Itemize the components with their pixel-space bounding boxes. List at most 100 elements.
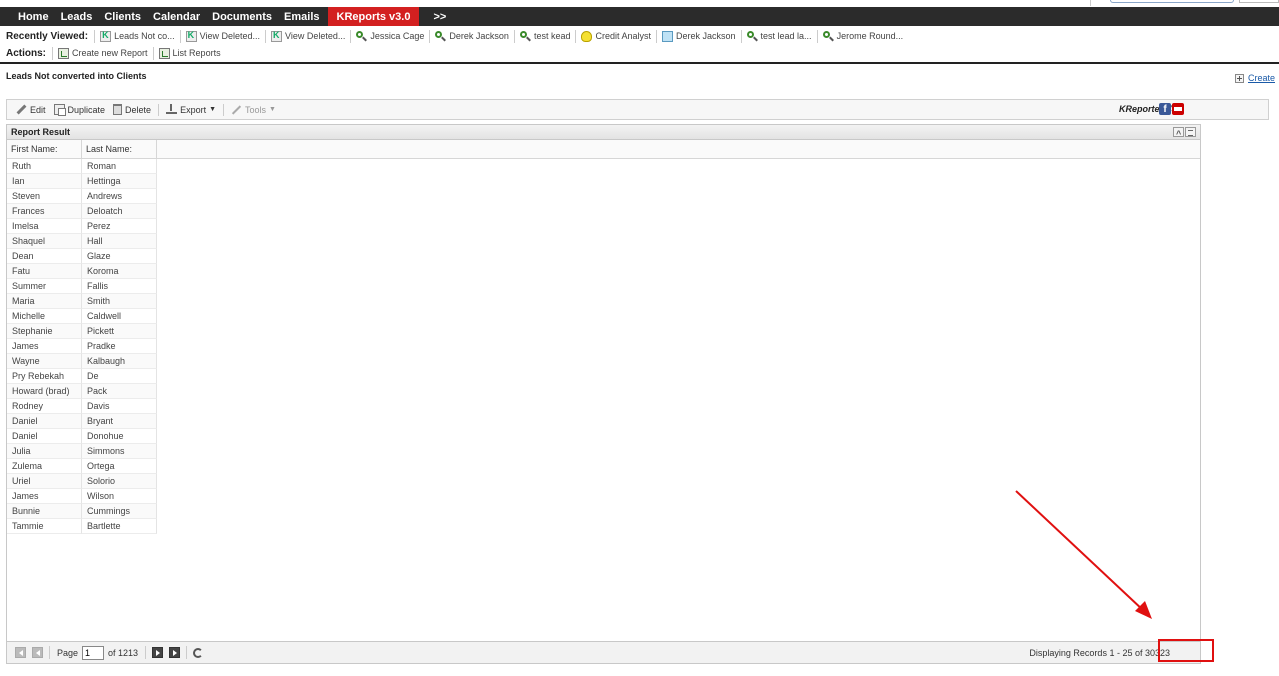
delete-button[interactable]: Delete: [109, 104, 155, 115]
create-new-report-link[interactable]: Create new Report: [52, 46, 153, 60]
lead-icon: [746, 30, 758, 42]
last-name-cell: Solorio: [82, 474, 157, 489]
last-name-cell: Bartlette: [82, 519, 157, 534]
annotation-highlight-box: [1158, 639, 1214, 662]
table-row[interactable]: Rodney Davis: [7, 399, 1200, 414]
table-row[interactable]: Pry Rebekah De: [7, 369, 1200, 384]
lead-icon: [519, 30, 531, 42]
table-row[interactable]: Maria Smith: [7, 294, 1200, 309]
collapse-icon[interactable]: [1173, 127, 1184, 142]
first-name-cell: Zulema (DeLeon): [7, 459, 82, 486]
first-name-cell: Julia: [7, 444, 82, 459]
table-row[interactable]: Summer Fallis: [7, 279, 1200, 294]
table-row[interactable]: Bunnie Cummings: [7, 504, 1200, 519]
table-row[interactable]: Daniel Donohue: [7, 429, 1200, 444]
first-name-cell: Stephanie: [7, 324, 82, 339]
table-row[interactable]: Uriel Solorio: [7, 474, 1200, 489]
recent-item[interactable]: View Deleted...: [179, 29, 265, 43]
export-button[interactable]: Export ▼: [162, 104, 220, 115]
last-name-cell: Bryant: [82, 414, 157, 429]
nav-more[interactable]: >>: [427, 7, 452, 26]
report-result-panel: Report Result First Name: Last Name: Rut…: [6, 124, 1201, 664]
report-add-icon: [58, 47, 69, 59]
last-name-cell: Simmons: [82, 444, 157, 459]
first-name-cell: Shaquel: [7, 234, 82, 249]
recent-item[interactable]: Credit Analyst: [575, 29, 656, 43]
refresh-icon[interactable]: [193, 647, 204, 658]
recent-item[interactable]: View Deleted...: [265, 29, 350, 43]
actions-label: Actions:: [6, 47, 46, 59]
nav-emails[interactable]: Emails: [278, 7, 325, 26]
last-page-button[interactable]: [169, 647, 181, 658]
last-name-cell: Ortega: [82, 459, 157, 474]
list-reports-link[interactable]: List Reports: [152, 46, 226, 60]
next-page-button[interactable]: [152, 647, 164, 658]
column-header-last-name[interactable]: Last Name:: [82, 140, 157, 158]
first-name-cell: Ian: [7, 174, 82, 189]
page-number-input[interactable]: [82, 645, 105, 660]
recent-item[interactable]: Derek Jackson: [656, 29, 741, 43]
nav-documents[interactable]: Documents: [206, 7, 278, 26]
search-button-edge[interactable]: [1239, 0, 1279, 3]
first-name-cell: Maria: [7, 294, 82, 309]
nav-leads[interactable]: Leads: [55, 7, 99, 26]
prev-page-button[interactable]: [32, 647, 43, 658]
first-name-cell: Howard (brad): [7, 384, 82, 399]
table-row[interactable]: Steven Andrews: [7, 189, 1200, 204]
recent-item[interactable]: Jerome Round...: [816, 29, 909, 43]
last-name-cell: Andrews: [82, 189, 157, 204]
nav-home[interactable]: Home: [12, 7, 55, 26]
table-row[interactable]: Michelle Caldwell: [7, 309, 1200, 324]
table-row[interactable]: Imelsa Perez: [7, 219, 1200, 234]
table-row[interactable]: Wayne Kalbaugh: [7, 354, 1200, 369]
table-row[interactable]: Howard (brad) Pack: [7, 384, 1200, 399]
duplicate-button[interactable]: Duplicate: [50, 104, 110, 116]
last-name-cell: Hall: [82, 234, 157, 249]
lead-icon: [822, 30, 834, 42]
first-name-cell: Rodney: [7, 399, 82, 414]
recent-item[interactable]: Derek Jackson: [429, 29, 514, 43]
document-icon: [662, 30, 673, 42]
edit-button[interactable]: Edit: [12, 104, 50, 115]
records-display: Displaying Records 1 - 25 of 30323: [1029, 648, 1170, 658]
search-input-edge[interactable]: [1110, 0, 1234, 3]
table-row[interactable]: Frances Deloatch: [7, 204, 1200, 219]
table-row[interactable]: Stephanie Pickett: [7, 324, 1200, 339]
report-list-icon: [158, 47, 170, 59]
tools-button[interactable]: Tools ▼: [227, 104, 280, 115]
pager-separator: [49, 646, 50, 659]
recent-item[interactable]: test kead: [513, 29, 576, 43]
panel-menu-icon[interactable]: [1185, 127, 1196, 137]
chevron-down-icon: ▼: [209, 106, 217, 113]
first-page-button[interactable]: [15, 647, 26, 658]
first-name-cell: James: [7, 339, 82, 354]
table-row[interactable]: Shaquel Hall: [7, 234, 1200, 249]
nav-clients[interactable]: Clients: [98, 7, 147, 26]
table-row[interactable]: Dean Glaze: [7, 249, 1200, 264]
create-link[interactable]: Create: [1234, 73, 1275, 83]
facebook-icon[interactable]: f: [1159, 103, 1171, 115]
table-row[interactable]: Ian Hettinga: [7, 174, 1200, 189]
recent-item[interactable]: Leads Not co...: [94, 29, 180, 43]
table-row[interactable]: Daniel Bryant: [7, 414, 1200, 429]
nav-kreports[interactable]: KReports v3.0: [327, 7, 420, 26]
table-row[interactable]: Julia Simmons: [7, 444, 1200, 459]
table-row[interactable]: Fatu Koroma: [7, 264, 1200, 279]
last-name-cell: Perez: [82, 219, 157, 234]
table-row[interactable]: James Pradke: [7, 339, 1200, 354]
table-row[interactable]: Zulema (DeLeon)Ortega: [7, 459, 1200, 486]
recent-item[interactable]: test lead la...: [740, 29, 817, 43]
recent-item[interactable]: Jessica Cage: [350, 29, 429, 43]
last-name-cell: Caldwell: [82, 309, 157, 324]
column-header-first-name[interactable]: First Name:: [7, 140, 82, 158]
table-row[interactable]: Tammie Bartlette: [7, 519, 1200, 534]
first-name-cell: Frances: [7, 204, 82, 219]
lead-icon: [435, 30, 446, 42]
youtube-icon[interactable]: [1172, 103, 1184, 115]
first-name-cell: Dean: [7, 249, 82, 264]
page-label: Page: [57, 647, 79, 658]
table-row[interactable]: James Wilson: [7, 489, 1200, 504]
table-row[interactable]: Ruth Roman: [7, 159, 1200, 174]
pager: Page of 1213 Displaying Records 1 - 25 o…: [7, 641, 1200, 663]
nav-calendar[interactable]: Calendar: [147, 7, 206, 26]
